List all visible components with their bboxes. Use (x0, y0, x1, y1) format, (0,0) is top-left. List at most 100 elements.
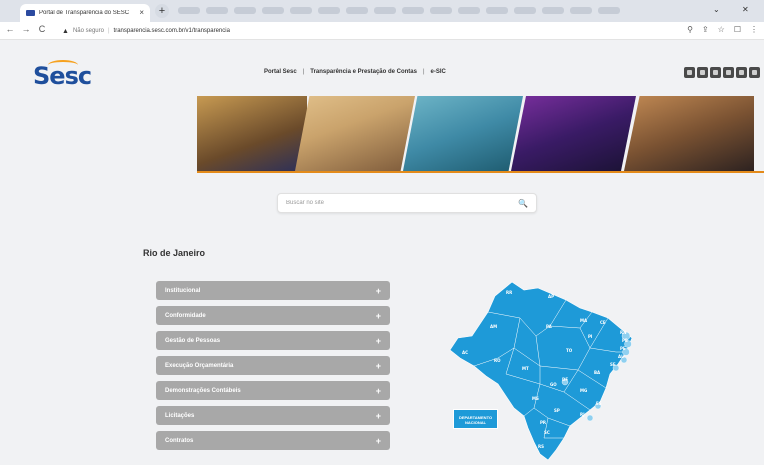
instagram-icon[interactable] (723, 67, 734, 78)
url-separator: | (107, 28, 110, 34)
not-secure-label: Não seguro (72, 28, 104, 34)
tab-placeholder[interactable] (598, 7, 620, 14)
accordion-demonstracoes-contabeis[interactable]: Demonstrações Contábeis + (156, 381, 390, 400)
other-tabs (178, 7, 620, 14)
bookmark-star-icon[interactable]: ☆ (718, 25, 725, 34)
search-input[interactable] (286, 200, 519, 206)
profile-icon[interactable]: ⋮ (750, 25, 758, 34)
plus-icon[interactable]: + (376, 336, 381, 346)
state-label: PR (540, 420, 546, 425)
nav-separator: | (302, 69, 305, 75)
facebook-icon[interactable] (684, 67, 695, 78)
state-label: RJ (580, 412, 585, 417)
tab-placeholder[interactable] (486, 7, 508, 14)
accordion-contratos[interactable]: Contratos + (156, 431, 390, 450)
state-label: AP (548, 294, 554, 299)
state-label: MS (532, 396, 539, 401)
state-label: RR (506, 290, 512, 295)
top-nav: Portal Sesc | Transparência e Prestação … (264, 69, 446, 75)
address-bar[interactable]: ▲ Não seguro | transparencia.sesc.com.br… (62, 25, 662, 37)
tab-placeholder[interactable] (178, 7, 200, 14)
tab-search-icon[interactable]: ⌄ (713, 5, 720, 14)
state-label: CE (600, 320, 606, 325)
forward-icon[interactable]: → (20, 24, 32, 34)
tab-placeholder[interactable] (318, 7, 340, 14)
reload-icon[interactable]: C (36, 24, 48, 34)
social-links (684, 67, 760, 78)
window-close-icon[interactable]: ✕ (742, 5, 749, 14)
accordion-label: Contratos (165, 437, 194, 444)
tab-placeholder[interactable] (402, 7, 424, 14)
new-tab-button[interactable]: + (155, 4, 169, 18)
state-label: PE (620, 346, 626, 351)
flickr-icon[interactable] (749, 67, 760, 78)
banner-photo-education (295, 96, 415, 171)
state-label: PB (622, 338, 628, 343)
tab-placeholder[interactable] (206, 7, 228, 14)
tab-placeholder[interactable] (290, 7, 312, 14)
state-label: GO (550, 382, 557, 387)
state-label: MT (522, 366, 529, 371)
brazil-shape[interactable] (449, 281, 633, 461)
state-label: ES (596, 401, 602, 406)
plus-icon[interactable]: + (376, 361, 381, 371)
twitter-icon[interactable] (710, 67, 721, 78)
accordion-institucional[interactable]: Institucional + (156, 281, 390, 300)
state-label: RS (538, 444, 544, 449)
transparency-accordion: Institucional + Conformidade + Gestão de… (156, 281, 390, 456)
section-title: Rio de Janeiro (143, 248, 206, 258)
linkedin-icon[interactable] (736, 67, 747, 78)
accordion-licitacoes[interactable]: Licitações + (156, 406, 390, 425)
plus-icon[interactable]: + (376, 286, 381, 296)
accordion-label: Demonstrações Contábeis (165, 387, 241, 394)
zoom-icon[interactable]: ⚲ (687, 25, 693, 34)
accordion-label: Licitações (165, 412, 195, 419)
url-text[interactable]: transparencia.sesc.com.br/v1/transparenc… (114, 28, 230, 34)
tab-placeholder[interactable] (458, 7, 480, 14)
youtube-icon[interactable] (697, 67, 708, 78)
tab-placeholder[interactable] (262, 7, 284, 14)
banner-photo-swimming (403, 96, 523, 171)
search-icon[interactable]: 🔍 (518, 199, 528, 208)
plus-icon[interactable]: + (376, 436, 381, 446)
accordion-gestao-pessoas[interactable]: Gestão de Pessoas + (156, 331, 390, 350)
tab-placeholder[interactable] (542, 7, 564, 14)
departamento-nacional-button[interactable]: DEPARTAMENTO NACIONAL (453, 409, 498, 429)
state-label: AC (462, 350, 468, 355)
accordion-label: Institucional (165, 287, 201, 294)
tab-placeholder[interactable] (514, 7, 536, 14)
state-label: AM (490, 324, 497, 329)
extensions-icon[interactable]: ☐ (734, 25, 741, 34)
browser-toolbar: ← → C ▲ Não seguro | transparencia.sesc.… (0, 22, 764, 40)
hero-banner (197, 96, 764, 173)
tab-placeholder[interactable] (234, 7, 256, 14)
sesc-logo[interactable]: Sesc (33, 62, 92, 90)
state-label: PA (546, 324, 553, 329)
site-search: 🔍 (277, 193, 537, 213)
plus-icon[interactable]: + (376, 386, 381, 396)
tab-placeholder[interactable] (374, 7, 396, 14)
sesc-favicon-icon (26, 10, 35, 16)
accordion-label: Conformidade (165, 312, 206, 319)
plus-icon[interactable]: + (376, 311, 381, 321)
state-rj[interactable] (586, 414, 594, 422)
back-icon[interactable]: ← (4, 24, 16, 34)
share-icon[interactable]: ⇪ (702, 25, 709, 34)
state-label: TO (566, 348, 573, 353)
browser-tab[interactable]: Portal de Transparência do SESC × (20, 4, 150, 22)
accordion-conformidade[interactable]: Conformidade + (156, 306, 390, 325)
plus-icon[interactable]: + (376, 411, 381, 421)
tab-placeholder[interactable] (430, 7, 452, 14)
nav-portal-sesc[interactable]: Portal Sesc (264, 69, 297, 75)
state-label: BA (594, 370, 601, 375)
state-label: MA (580, 318, 588, 323)
warning-icon[interactable]: ▲ (62, 28, 69, 35)
close-tab-icon[interactable]: × (139, 9, 144, 17)
nav-esic[interactable]: e-SIC (431, 69, 446, 75)
accordion-label: Gestão de Pessoas (165, 337, 221, 344)
nav-transparencia[interactable]: Transparência e Prestação de Contas (310, 69, 417, 75)
tab-placeholder[interactable] (346, 7, 368, 14)
tab-placeholder[interactable] (570, 7, 592, 14)
accordion-execucao-orcamentaria[interactable]: Execução Orçamentária + (156, 356, 390, 375)
state-label: RN (620, 330, 626, 335)
